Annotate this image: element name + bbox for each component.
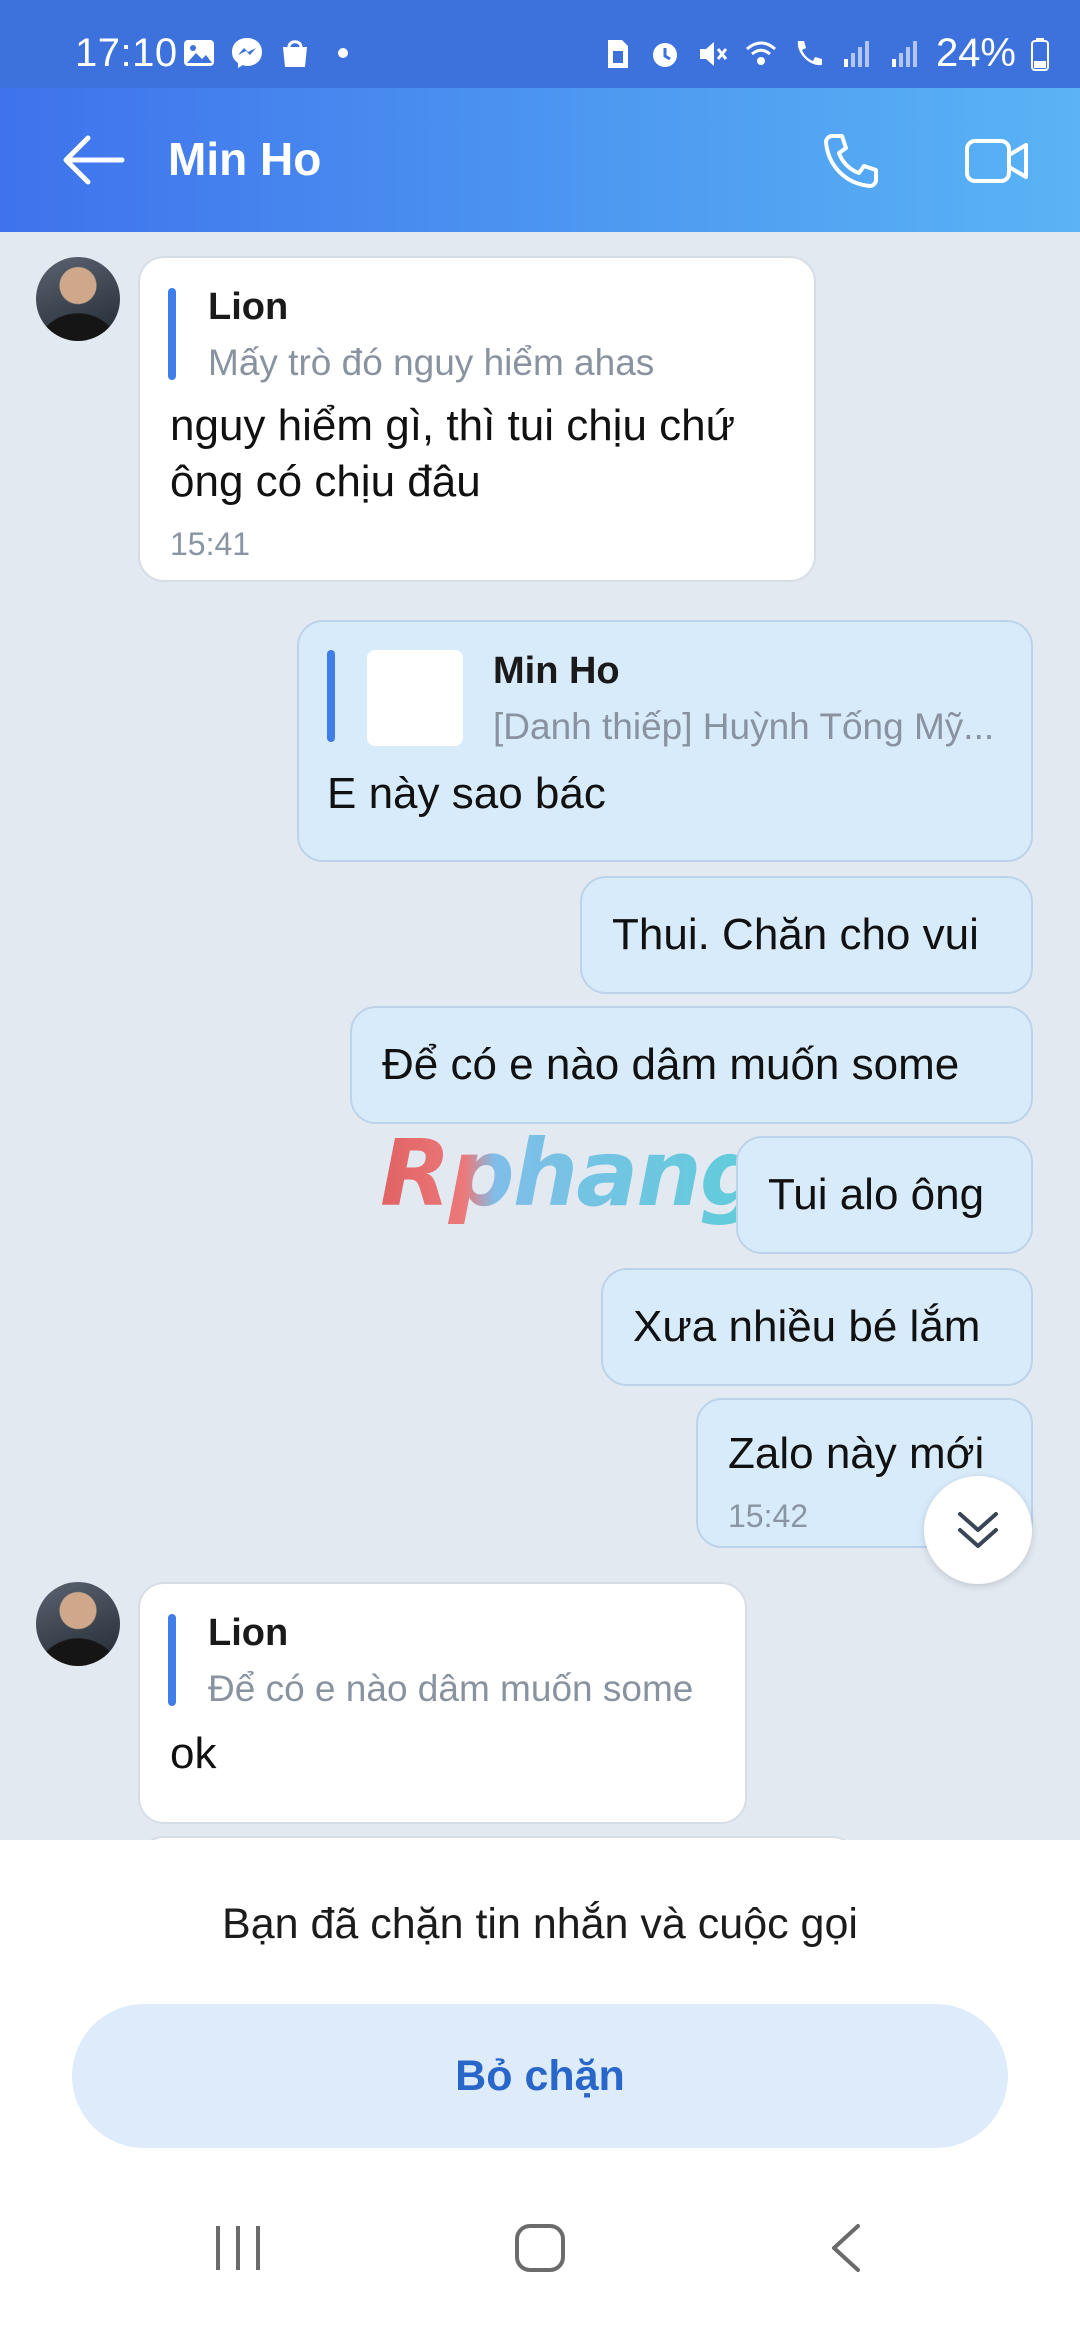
quote-bar xyxy=(168,1614,176,1706)
scroll-to-bottom-button[interactable] xyxy=(924,1476,1032,1584)
system-icons: 24% xyxy=(600,31,1050,76)
outgoing-message[interactable]: Để có e nào dâm muốn some xyxy=(350,1006,1033,1124)
signal-icon xyxy=(843,40,869,67)
quote-bar xyxy=(168,288,176,380)
message-list[interactable]: Lion Mấy trò đó nguy hiểm ahas nguy hiểm… xyxy=(0,232,1080,1840)
outgoing-message[interactable]: Xưa nhiều bé lắm xyxy=(601,1268,1033,1386)
blocked-panel: Bạn đã chặn tin nhắn và cuộc gọi Bỏ chặn xyxy=(0,1840,1080,2340)
messenger-icon xyxy=(232,38,262,68)
message-text: Tui alo ông xyxy=(768,1170,985,1219)
video-camera-icon[interactable] xyxy=(964,136,1030,186)
quote-text: Mấy trò đó nguy hiểm ahas xyxy=(208,342,655,383)
quote-sender: Lion xyxy=(208,1612,289,1654)
message-text: Xưa nhiều bé lắm xyxy=(633,1302,981,1351)
status-time: 17:10 xyxy=(75,31,178,75)
blocked-notice: Bạn đã chặn tin nhắn và cuộc gọi xyxy=(222,1900,858,1948)
recent-apps-icon[interactable] xyxy=(210,2220,266,2276)
notification-icons xyxy=(182,36,360,70)
dot-icon xyxy=(338,48,348,58)
status-bar: 17:10 24% xyxy=(0,0,1080,88)
mute-icon xyxy=(699,41,728,66)
incoming-message[interactable]: Lion Để có e nào dâm muốn some ok xyxy=(138,1582,747,1824)
gallery-icon xyxy=(184,40,214,66)
watermark: Rphang xyxy=(380,1120,766,1227)
quote-sender: Min Ho xyxy=(493,650,620,692)
avatar[interactable] xyxy=(36,257,120,341)
sim-icon xyxy=(607,39,628,68)
avatar[interactable] xyxy=(36,1582,120,1666)
back-arrow-icon[interactable] xyxy=(62,134,126,186)
outgoing-message[interactable]: Min Ho [Danh thiếp] Huỳnh Tống Mỹ... E n… xyxy=(297,620,1033,862)
message-time: 15:41 xyxy=(170,526,251,562)
double-chevron-down-icon xyxy=(958,1512,998,1548)
message-text: Thui. Chăn cho vui xyxy=(612,910,979,959)
message-text: E này sao bác xyxy=(327,769,606,818)
unblock-button[interactable]: Bỏ chặn xyxy=(72,2004,1008,2148)
message-text: ok xyxy=(170,1729,217,1778)
quote-text: Để có e nào dâm muốn some xyxy=(208,1668,694,1709)
quote-bar xyxy=(327,650,335,742)
message-text: nguy hiểm gì, thì tui chịu chứ xyxy=(170,401,736,450)
contact-name[interactable]: Min Ho xyxy=(168,132,321,186)
chat-header: Min Ho xyxy=(0,88,1080,232)
back-icon[interactable] xyxy=(826,2220,866,2276)
phone-icon[interactable] xyxy=(822,132,880,190)
alarm-icon xyxy=(652,42,677,67)
incoming-message[interactable]: Lion Mấy trò đó nguy hiểm ahas nguy hiểm… xyxy=(138,256,816,582)
quote-sender: Lion xyxy=(208,286,289,328)
home-icon[interactable] xyxy=(514,2220,566,2276)
quote-text: [Danh thiếp] Huỳnh Tống Mỹ... xyxy=(493,706,995,747)
message-text: Zalo này mới xyxy=(728,1429,985,1478)
call-signal-icon xyxy=(797,40,822,65)
battery-icon xyxy=(1031,37,1049,71)
outgoing-message[interactable]: Thui. Chăn cho vui xyxy=(580,876,1033,994)
system-nav-bar xyxy=(0,2220,1080,2340)
message-text: ông có chịu đâu xyxy=(170,457,481,506)
message-time: 15:42 xyxy=(728,1498,809,1534)
shopping-bag-icon xyxy=(283,40,307,67)
outgoing-message[interactable]: Tui alo ông xyxy=(736,1136,1033,1254)
contact-card-thumbnail xyxy=(367,650,463,746)
battery-percent: 24% xyxy=(935,31,1016,75)
message-text: Để có e nào dâm muốn some xyxy=(382,1040,960,1089)
signal-icon xyxy=(891,40,917,67)
wifi-calling-icon xyxy=(745,41,776,65)
